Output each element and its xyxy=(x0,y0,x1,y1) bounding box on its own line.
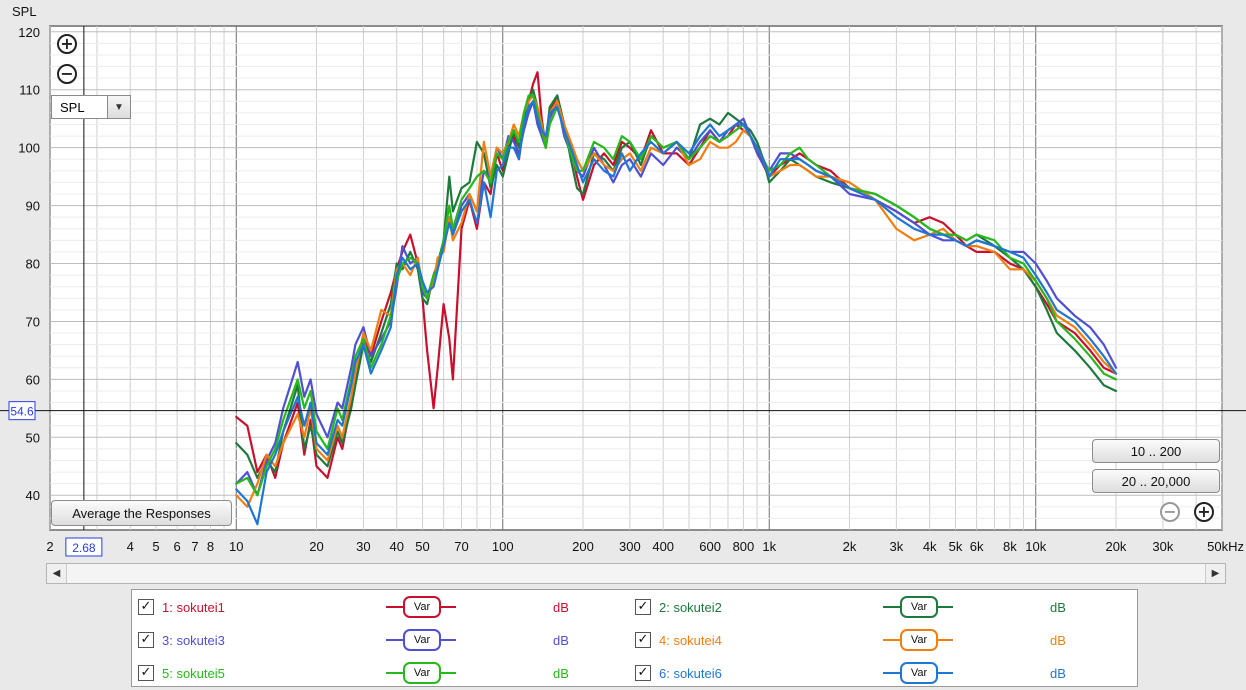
y-tick-label: 40 xyxy=(26,488,40,503)
y-tick-label: 50 xyxy=(26,430,40,445)
y-tick-label: 110 xyxy=(19,83,40,98)
x-tick-label: 600 xyxy=(699,539,721,554)
x-tick-label: 6k xyxy=(970,539,984,554)
legend-label: 1: sokutei1 xyxy=(162,600,225,615)
unit-label: dB xyxy=(553,666,569,681)
checkbox[interactable]: ✓ xyxy=(138,599,154,615)
x-tick-label: 8 xyxy=(207,539,214,554)
x-tick-label: 400 xyxy=(652,539,674,554)
var-label: Var xyxy=(900,596,938,618)
var-label: Var xyxy=(900,629,938,651)
x-tick-label: 4 xyxy=(127,539,134,554)
x-tick-label: 4k xyxy=(923,539,937,554)
range-10-200-button[interactable]: 10 .. 200 xyxy=(1092,439,1220,463)
spl-select[interactable]: SPL ▼ xyxy=(51,95,131,119)
var-label: Var xyxy=(900,662,938,684)
y-tick-label: 100 xyxy=(18,141,40,156)
legend-label: 2: sokutei2 xyxy=(659,600,722,615)
x-tick-label: 50kHz xyxy=(1207,539,1244,554)
x-tick-label: 50 xyxy=(415,539,429,554)
var-line-style[interactable]: Var xyxy=(883,629,953,651)
x-zoom-out-icon[interactable]: − xyxy=(1160,502,1180,522)
x-tick-label: 3k xyxy=(890,539,904,554)
unit-label: dB xyxy=(1050,633,1066,648)
x-tick-label: 100 xyxy=(492,539,514,554)
var-line-style[interactable]: Var xyxy=(386,596,456,618)
y-tick-label: 70 xyxy=(26,314,40,329)
frequency-response-chart[interactable]: 120 110 100 90 80 70 60 50 40 SPL 2 4 5 6 7 8 10 20 30 40 50… xyxy=(0,0,1246,560)
checkbox[interactable]: ✓ xyxy=(635,599,651,615)
var-line-style[interactable]: Var xyxy=(883,662,953,684)
legend-item: ✓ 4: sokutei4 Var dB xyxy=(635,627,1125,655)
x-zoom-in-icon[interactable]: + xyxy=(1194,502,1214,522)
unit-label: dB xyxy=(553,633,569,648)
horizontal-scrollbar[interactable]: ◀ ▶ xyxy=(46,563,1226,584)
checkbox[interactable]: ✓ xyxy=(635,632,651,648)
legend-label: 6: sokutei6 xyxy=(659,666,722,681)
checkbox[interactable]: ✓ xyxy=(138,665,154,681)
spl-select-value: SPL xyxy=(60,99,85,115)
var-line-style[interactable]: Var xyxy=(883,596,953,618)
cursor-x-label: 2.68 xyxy=(72,541,96,555)
legend-item: ✓ 1: sokutei1 Var dB xyxy=(138,594,628,622)
var-line-style[interactable]: Var xyxy=(386,662,456,684)
legend-item: ✓ 3: sokutei3 Var dB xyxy=(138,627,628,655)
x-tick-label: 70 xyxy=(454,539,468,554)
x-tick-label: 10 xyxy=(229,539,243,554)
y-tick-label: 90 xyxy=(26,199,40,214)
x-tick-label: 200 xyxy=(572,539,594,554)
unit-label: dB xyxy=(553,600,569,615)
x-tick-label: 7 xyxy=(191,539,198,554)
x-tick-label: 1k xyxy=(762,539,776,554)
x-tick-label: 30k xyxy=(1152,539,1173,554)
var-label: Var xyxy=(403,629,441,651)
var-label: Var xyxy=(403,596,441,618)
legend-label: 5: sokutei5 xyxy=(162,666,225,681)
scroll-left-icon[interactable]: ◀ xyxy=(47,564,67,583)
unit-label: dB xyxy=(1050,600,1066,615)
x-tick-label: 8k xyxy=(1003,539,1017,554)
x-tick-label: 800 xyxy=(733,539,755,554)
y-tick-label: 60 xyxy=(26,372,40,387)
x-tick-label: 30 xyxy=(356,539,370,554)
unit-label: dB xyxy=(1050,666,1066,681)
x-tick-label: 2k xyxy=(843,539,857,554)
x-tick-label: 5 xyxy=(152,539,159,554)
zoom-in-icon[interactable]: + xyxy=(57,34,77,54)
legend-label: 4: sokutei4 xyxy=(659,633,722,648)
x-tick-label: 20 xyxy=(309,539,323,554)
y-tick-label: 80 xyxy=(26,257,40,272)
legend-item: ✓ 5: sokutei5 Var dB xyxy=(138,660,628,688)
legend-item: ✓ 6: sokutei6 Var dB xyxy=(635,660,1125,688)
x-tick-label: 20k xyxy=(1105,539,1126,554)
range-20-20000-button[interactable]: 20 .. 20,000 xyxy=(1092,469,1220,493)
x-tick-label: 2 xyxy=(46,539,53,554)
average-responses-button[interactable]: Average the Responses xyxy=(51,500,232,526)
checkbox[interactable]: ✓ xyxy=(138,632,154,648)
checkbox[interactable]: ✓ xyxy=(635,665,651,681)
zoom-out-icon[interactable]: − xyxy=(57,64,77,84)
var-line-style[interactable]: Var xyxy=(386,629,456,651)
x-tick-label: 40 xyxy=(389,539,403,554)
cursor-y-label: 54.6 xyxy=(10,405,34,419)
scroll-right-icon[interactable]: ▶ xyxy=(1205,564,1225,583)
legend-panel: ✓ 1: sokutei1 Var dB ✓ 2: sokutei2 Var d… xyxy=(131,589,1138,687)
y-axis-label: SPL xyxy=(12,4,37,19)
x-tick-label: 300 xyxy=(619,539,641,554)
chevron-down-icon: ▼ xyxy=(107,96,130,118)
x-tick-label: 10k xyxy=(1025,539,1046,554)
legend-label: 3: sokutei3 xyxy=(162,633,225,648)
y-tick-label: 120 xyxy=(18,25,40,40)
var-label: Var xyxy=(403,662,441,684)
x-tick-label: 5k xyxy=(949,539,963,554)
x-tick-label: 6 xyxy=(174,539,181,554)
legend-item: ✓ 2: sokutei2 Var dB xyxy=(635,594,1125,622)
